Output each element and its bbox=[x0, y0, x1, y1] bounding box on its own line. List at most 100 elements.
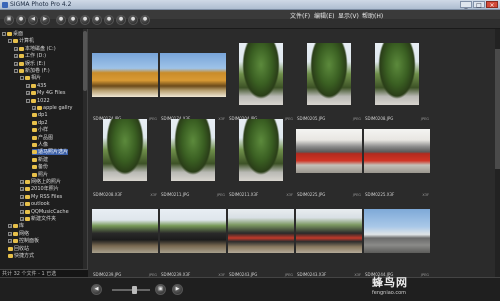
folder-tree-item[interactable]: - 桌面 bbox=[2, 31, 23, 37]
expand-toggle-icon[interactable]: + bbox=[14, 61, 18, 66]
minimize-button[interactable]: _ bbox=[460, 1, 472, 9]
folder-tree-item[interactable]: + apple gallry bbox=[32, 105, 73, 111]
thumbnail-cell[interactable]: SDIM0174.X3FX3F bbox=[159, 43, 227, 121]
zoom-slider-knob[interactable] bbox=[132, 286, 137, 294]
grid-scroll-thumb[interactable] bbox=[495, 49, 500, 169]
tool-icon[interactable]: ● bbox=[68, 14, 78, 25]
back-icon[interactable]: ◀ bbox=[28, 14, 38, 25]
thumbnail-image[interactable] bbox=[364, 209, 430, 253]
folder-tree-item[interactable]: 新建 bbox=[32, 157, 48, 163]
expand-toggle-icon[interactable]: + bbox=[14, 46, 18, 51]
thumbnail-image[interactable] bbox=[160, 53, 226, 97]
folder-tree-item[interactable]: 适马照片选片 bbox=[32, 149, 69, 156]
folder-tree-item[interactable]: 快捷方式 bbox=[8, 253, 34, 259]
thumbnail-cell[interactable]: SDIM0211.X3F X3F bbox=[227, 119, 295, 197]
expand-toggle-icon[interactable]: + bbox=[20, 209, 24, 214]
folder-tree-item[interactable]: + 控制面板 bbox=[8, 238, 39, 244]
thumbnail-image[interactable] bbox=[375, 43, 419, 105]
expand-toggle-icon[interactable]: + bbox=[32, 106, 36, 110]
thumbnail-cell[interactable]: SDIM0239.JPG JPEG bbox=[91, 199, 159, 277]
tool-icon[interactable]: ● bbox=[80, 14, 90, 25]
folder-tree-item[interactable]: + My RSS Files bbox=[20, 194, 62, 200]
expand-toggle-icon[interactable]: + bbox=[8, 231, 12, 236]
tool-icon[interactable]: ● bbox=[92, 14, 102, 25]
circle-icon[interactable]: ● bbox=[16, 14, 26, 25]
zoom-slider[interactable] bbox=[112, 289, 150, 291]
expand-toggle-icon[interactable]: + bbox=[20, 180, 24, 184]
thumbnail-image[interactable] bbox=[92, 209, 158, 253]
thumbnail-image[interactable] bbox=[364, 129, 430, 173]
thumbnail-image[interactable] bbox=[296, 129, 362, 173]
expand-toggle-icon[interactable]: - bbox=[14, 69, 18, 73]
folder-tree-item[interactable]: - 1022 bbox=[26, 98, 50, 104]
expand-toggle-icon[interactable]: - bbox=[8, 39, 12, 44]
expand-toggle-icon[interactable]: + bbox=[20, 217, 24, 221]
expand-toggle-icon[interactable]: + bbox=[20, 202, 24, 207]
thumbnail-image[interactable] bbox=[307, 43, 351, 105]
folder-tree-item[interactable]: + outlook bbox=[20, 201, 50, 207]
prev-button[interactable]: ◀ bbox=[91, 284, 102, 295]
thumbnail-cell[interactable]: SDIM0244.JPG JPEG bbox=[363, 199, 431, 277]
folder-tree-item[interactable]: + 娱乐 (E:) bbox=[14, 61, 45, 67]
thumbnail-cell[interactable]: SDIM0211.JPG JPEG bbox=[159, 119, 227, 197]
folder-tree-item[interactable]: dp1 bbox=[32, 112, 48, 118]
thumbnail-cell[interactable]: SDIM0204.JPGJPEG bbox=[227, 43, 295, 121]
folder-tree-item[interactable]: dp2 bbox=[32, 120, 48, 126]
expand-toggle-icon[interactable]: - bbox=[26, 98, 30, 103]
folder-tree-item[interactable]: - 新加卷 (F:) bbox=[14, 68, 50, 74]
tool-icon[interactable]: ● bbox=[116, 14, 126, 25]
thumbnail-image[interactable] bbox=[239, 43, 283, 105]
expand-toggle-icon[interactable]: + bbox=[26, 83, 30, 88]
folder-tree-item[interactable]: + QQMusicCache bbox=[20, 209, 69, 215]
folder-tree-item[interactable]: 回收站 bbox=[8, 246, 29, 252]
thumbnail-image[interactable] bbox=[103, 119, 147, 181]
thumbnail-image[interactable] bbox=[171, 119, 215, 181]
expand-toggle-icon[interactable]: + bbox=[20, 187, 24, 192]
zoom-button[interactable]: ▣ bbox=[155, 284, 166, 295]
tool-icon[interactable]: ● bbox=[128, 14, 138, 25]
folder-tree-item[interactable]: + 库 bbox=[8, 223, 24, 229]
folder-tree-item[interactable]: 人像 bbox=[32, 142, 48, 148]
thumbnail-cell[interactable]: SDIM0243.JPG JPEG bbox=[227, 199, 295, 277]
thumbnail-cell[interactable]: SDIM0225.JPG JPEG bbox=[295, 119, 363, 197]
sidebar-scrollbar[interactable] bbox=[83, 29, 87, 269]
thumbnail-image[interactable] bbox=[92, 53, 158, 97]
tool-icon[interactable]: ● bbox=[140, 14, 150, 25]
folder-tree-item[interactable]: 照片 bbox=[32, 172, 48, 178]
expand-toggle-icon[interactable]: - bbox=[2, 32, 6, 36]
maximize-button[interactable]: □ bbox=[473, 1, 485, 9]
thumbnail-cell[interactable]: SDIM0174.JPGJPEG bbox=[91, 43, 159, 121]
grid-scrollbar[interactable] bbox=[495, 29, 500, 277]
expand-toggle-icon[interactable]: + bbox=[8, 224, 12, 229]
thumbnail-image[interactable] bbox=[160, 209, 226, 253]
close-button[interactable]: × bbox=[486, 1, 498, 9]
folder-tree-item[interactable]: +2010年照片 bbox=[20, 186, 59, 192]
next-button[interactable]: ▶ bbox=[172, 284, 183, 295]
folder-tree-item[interactable]: + My 4G Files bbox=[26, 90, 65, 96]
folder-tree-item[interactable]: 产品图 bbox=[32, 135, 53, 141]
thumbnail-cell[interactable]: SDIM0243.X3F X3F bbox=[295, 199, 363, 277]
thumbnail-cell[interactable]: SDIM0239.X3F X3F bbox=[159, 199, 227, 277]
expand-toggle-icon[interactable]: - bbox=[20, 76, 24, 81]
expand-toggle-icon[interactable]: + bbox=[14, 54, 18, 59]
thumbnail-cell[interactable]: SDIM0208.JPG JPEG bbox=[363, 43, 431, 121]
folder-tree-item[interactable]: - 相片 bbox=[20, 75, 41, 81]
thumbnail-cell[interactable]: SDIM0208.X3F X3F bbox=[91, 119, 159, 197]
thumbnail-image[interactable] bbox=[239, 119, 283, 181]
folder-tree-item[interactable]: + 网络上的照片 bbox=[20, 179, 61, 185]
folder-tree-item[interactable]: - 计算机 bbox=[8, 38, 34, 44]
folder-tree-item[interactable]: +435 bbox=[26, 83, 47, 89]
forward-icon[interactable]: ▶ bbox=[40, 14, 50, 25]
sidebar-scroll-thumb[interactable] bbox=[83, 31, 87, 91]
folder-tree-item[interactable]: 小样 bbox=[32, 127, 48, 133]
folder-tree-item[interactable]: 备份 bbox=[32, 164, 48, 170]
expand-toggle-icon[interactable]: + bbox=[20, 194, 24, 199]
folder-tree-item[interactable]: + 网络 bbox=[8, 231, 29, 237]
thumbnail-image[interactable] bbox=[228, 209, 294, 253]
expand-toggle-icon[interactable]: + bbox=[8, 239, 12, 244]
folder-tree-item[interactable]: + 本地磁盘 (C:) bbox=[14, 46, 56, 52]
tool-icon[interactable]: ● bbox=[104, 14, 114, 25]
thumbnail-cell[interactable]: SDIM0205.JPG JPEG bbox=[295, 43, 363, 121]
thumbnail-cell[interactable]: SDIM0225.X3F X3F bbox=[363, 119, 431, 197]
folder-tree-item[interactable]: + 新建文件夹 bbox=[20, 216, 56, 222]
